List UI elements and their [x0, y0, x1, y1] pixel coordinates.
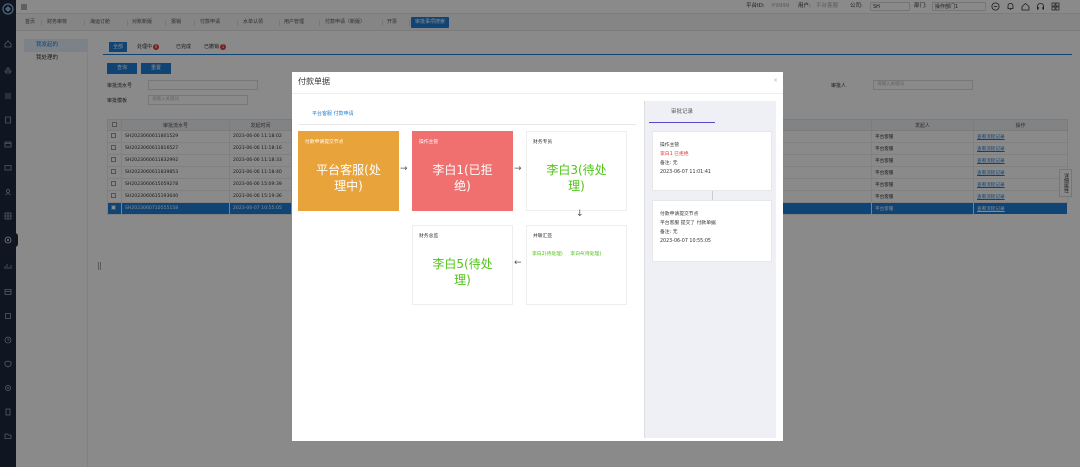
sub-approver: 李白4(待处理) [570, 252, 602, 257]
node-header: 财务总监 [419, 234, 439, 239]
record-note: 备注: 无 [660, 230, 678, 235]
record-card: 付款申请提交节点 平台客服 提交了 付款单据 备注: 无 2023-06-07 … [652, 200, 772, 262]
arrow-down-icon: ↓ [576, 209, 584, 219]
close-icon[interactable]: × [773, 77, 778, 84]
record-note: 备注: 无 [660, 161, 678, 166]
node-header: 操作主管 [419, 140, 439, 145]
record-card: 操作主管 李白1 已拒绝 备注: 无 2023-06-07 11:01:41 [652, 131, 772, 191]
flow-node-ops-manager[interactable]: 操作主管 李白1(已拒绝) [412, 131, 513, 211]
arrow-right-icon: → [400, 164, 408, 174]
sub-approver: 李白2(待处理) [532, 252, 563, 257]
approval-records-panel: 审批记录 操作主管 李白1 已拒绝 备注: 无 2023-06-07 11:01… [644, 101, 776, 438]
node-body: 平台客服(处理中) [316, 163, 381, 193]
flow-node-submit[interactable]: 付款申请提交节点 平台客服(处理中) [298, 131, 399, 211]
payment-document-modal: 付款单据 × 平台客服 付款申请 付款申请提交节点 平台客服(处理中) → 操作… [292, 72, 783, 441]
node-header: 付款申请提交节点 [305, 140, 344, 145]
record-time: 2023-06-07 11:01:41 [660, 170, 711, 175]
record-title: 操作主管 [660, 143, 680, 148]
record-status: 平台客服 提交了 付款单据 [660, 221, 716, 226]
breadcrumb: 平台客服 付款申请 [312, 111, 354, 117]
record-status: 李白1 已拒绝 [660, 152, 689, 157]
node-body: 李白1(已拒绝) [432, 163, 493, 193]
node-subs: 李白2(待处理) 李白4(待处理) [532, 250, 601, 257]
node-header: 并联汇签 [533, 234, 553, 239]
arrow-right-icon: → [514, 164, 522, 174]
arrow-left-icon: ← [514, 258, 522, 268]
modal-title: 付款单据 [298, 77, 330, 86]
record-time: 2023-06-07 10:55:05 [660, 239, 711, 244]
flow-node-finance-specialist[interactable]: 财务专员 李白3(待处理) [526, 131, 627, 211]
flow-node-finance-director[interactable]: 财务总监 李白5(待处理) [412, 225, 513, 305]
node-body: 李白5(待处理) [432, 257, 493, 287]
record-title: 付款申请提交节点 [660, 212, 699, 217]
tab-approval-records[interactable]: 审批记录 [649, 101, 715, 123]
node-body: 李白3(待处理) [546, 163, 607, 193]
node-header: 财务专员 [533, 140, 553, 145]
flow-node-parallel-sign[interactable]: 并联汇签 李白2(待处理) 李白4(待处理) [526, 225, 627, 305]
